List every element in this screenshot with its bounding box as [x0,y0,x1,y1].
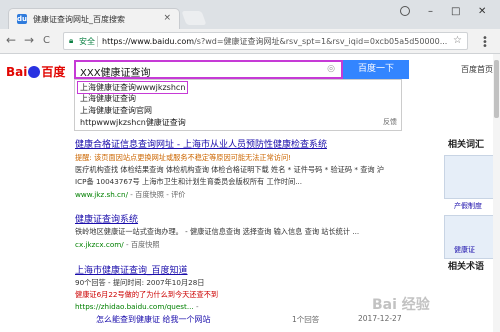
result-url: cx.jkzcx.com/ - 百度快照 [75,240,160,250]
tab-title: 健康证查询网址_百度搜索 [33,15,125,24]
minimize-icon[interactable]: – [428,6,433,17]
paw-icon [28,66,41,78]
profile-icon[interactable] [400,6,410,16]
baidu-favicon-icon: du [17,14,27,24]
window-close-icon[interactable]: ✕ [478,6,486,17]
result-snippet: 90个回答 - 提问时间: 2007年10月28日 [75,278,205,287]
divider [97,36,98,47]
sidebar-thumbnail[interactable] [444,155,498,199]
result-url-text[interactable]: https://zhidao.baidu.com/quest... [75,302,194,311]
sidebar-heading: 相关词汇 [448,140,485,150]
result-url-meta[interactable]: - 百度快照 - 评价 [130,190,185,199]
watermark: Bai 经验 [372,297,430,313]
browser-tab[interactable]: du 健康证查询网址_百度搜索 × [8,8,180,29]
search-query: XXX健康证查询 [80,68,151,79]
url-host: https://www.baidu.com [102,37,195,46]
answer-count: 1个回答 [292,315,320,324]
scrollbar-thumb[interactable] [494,60,499,118]
result-title[interactable]: 上海市健康证查询_百度知道 [75,263,188,276]
related-question-link[interactable]: 怎么能查到健康证 给我一个网站 [96,314,211,325]
result-url-text[interactable]: www.jkz.sh.cn/ [75,190,128,199]
logo-text-du: 百度 [41,65,66,79]
maximize-icon[interactable]: □ [451,6,460,17]
result-title[interactable]: 健康证查询系统 [75,212,138,225]
result-url-text[interactable]: cx.jkzcx.com/ [75,240,124,249]
result-title[interactable]: 健康合格证信息查询网址 - 上海市从业人员预防性健康检查系统 [75,137,327,150]
sidebar-caption[interactable]: 健康证 [454,245,475,255]
address-bar[interactable]: 🔒︎ 安全 https://www.baidu.com/s?wd=健康证查询网址… [63,32,468,50]
suggestion-item[interactable]: httpwwwjkzshcn健康证查询 [80,117,186,128]
new-tab-button[interactable] [181,11,207,25]
vertical-scrollbar[interactable] [493,54,500,332]
logo-text-bai: Bai [6,65,28,79]
result-snippet: 铁岭地区健康证一站式查询办理。 - 健康证信息查询 选择查询 输入信息 查询 站… [75,227,360,236]
close-icon[interactable]: × [163,13,171,23]
bookmark-star-icon[interactable]: ☆ [453,35,462,46]
search-input[interactable]: XXX健康证查询 ◎ [74,60,343,79]
url-text: https://www.baidu.com/s?wd=健康证查询网址&rsv_s… [102,36,447,47]
result-snippet: 健康证6月22号做的了为什么到今天还查不到 [75,290,219,299]
answer-date: 2017-12-27 [358,314,402,323]
url-path: /s?wd=健康证查询网址&rsv_spt=1&rsv_iqid=0xcb05a… [194,37,448,46]
feedback-link[interactable]: 反馈 [383,117,397,127]
suggestion-item[interactable]: 上海健康证查询 [80,93,136,104]
sidebar-caption[interactable]: 产假制度 [454,201,482,211]
result-warning: 提醒: 该页面因站点更换网址或服务不稳定等原因可能无法正常访问! [75,153,292,162]
baidu-home-link[interactable]: 百度首页 [461,64,493,75]
menu-icon[interactable]: • • • [482,34,488,52]
suggestion-dropdown: 上海健康证查询wwwjkzshcn 上海健康证查询 上海健康证查询官网 http… [74,79,402,131]
result-url: https://zhidao.baidu.com/quest... - [75,302,199,311]
forward-icon[interactable]: → [24,33,34,47]
camera-icon[interactable]: ◎ [327,64,335,74]
result-url-meta[interactable]: - 百度快照 [126,240,160,249]
back-icon[interactable]: ← [6,33,16,47]
suggestion-item[interactable]: 上海健康证查询官网 [80,105,152,116]
search-button[interactable]: 百度一下 [343,60,409,79]
secure-label: 安全 [79,37,95,46]
browser-toolbar: ← → C 🔒︎ 安全 https://www.baidu.com/s?wd=健… [0,29,500,54]
result-snippet: 医疗机构查找 体检结果查询 体检机构查询 体检合格证明下载 姓名 * 证件号码 … [75,165,385,174]
browser-tabbar: du 健康证查询网址_百度搜索 × – □ ✕ [0,0,500,29]
baidu-logo[interactable]: Bai 百度 [6,63,65,80]
sidebar-heading: 相关术语 [448,262,485,272]
result-snippet: ICP备 10043767号 上海市卫生和计划生育委员会版权所有 工作时间... [75,177,303,186]
result-url-meta[interactable]: - [196,302,199,311]
reload-icon[interactable]: C [43,35,50,46]
lock-icon: 🔒︎ [69,36,74,45]
result-url: www.jkz.sh.cn/ - 百度快照 - 评价 [75,190,185,200]
